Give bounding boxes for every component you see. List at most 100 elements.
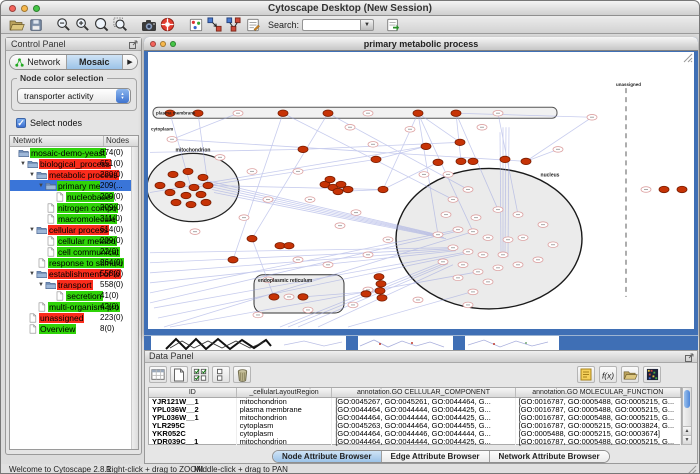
graph-node[interactable] [325, 176, 335, 182]
column-header-3[interactable]: annotation.GO MOLECULAR_FUNCTION [516, 388, 681, 397]
frame-resize-grip[interactable] [683, 53, 693, 63]
tree-expand-arrow[interactable]: ▼ [28, 271, 36, 277]
save-session-icon[interactable] [26, 17, 45, 33]
graph-node[interactable] [323, 110, 333, 116]
tab-mosaic[interactable]: Mosaic [67, 55, 124, 69]
graph-node[interactable] [451, 110, 461, 116]
tree-row-mosaic-demo-yeast[interactable]: mosaic-demo-yeast874(0) [10, 147, 138, 158]
graph-node[interactable] [203, 182, 213, 188]
graph-node[interactable] [336, 181, 346, 187]
network-view-titlebar[interactable]: primary metabolic process [144, 37, 698, 51]
graph-node[interactable] [155, 182, 165, 188]
more-tabs-button[interactable]: ▶ [123, 55, 137, 69]
graph-node[interactable] [361, 291, 371, 297]
graph-node[interactable] [456, 158, 466, 164]
float-panel-icon[interactable] [685, 353, 694, 362]
help-icon[interactable] [158, 17, 177, 33]
open-session-icon[interactable] [7, 17, 26, 33]
tree-expand-arrow[interactable]: ▼ [28, 172, 36, 178]
zoom-out-icon[interactable] [54, 17, 73, 33]
graph-node[interactable] [171, 199, 181, 205]
scroll-down-arrow[interactable]: ▼ [683, 435, 691, 444]
search-input[interactable] [302, 19, 360, 31]
snapshot-icon[interactable] [139, 17, 158, 33]
column-header-0[interactable]: ID [149, 388, 237, 397]
graph-node[interactable] [181, 192, 191, 198]
table-row[interactable]: YDR039C__1mitochondrion[GO:0044464, GO:0… [149, 438, 681, 446]
tree-row-establishment-of-lo[interactable]: ▼establishment of lo558(0) [10, 268, 138, 279]
tree-row-response-to-stimulu[interactable]: response to stimulu264(0) [10, 257, 138, 268]
graph-node[interactable] [343, 186, 353, 192]
matrix-view-icon[interactable] [643, 366, 661, 383]
layout-icon-2[interactable] [224, 17, 243, 33]
graph-node[interactable] [186, 201, 196, 207]
graph-node[interactable] [278, 110, 288, 116]
tree-scrollbar[interactable] [131, 147, 138, 449]
function-builder-icon[interactable]: f(x) [599, 366, 617, 383]
select-attributes-icon[interactable] [149, 366, 167, 383]
graph-node[interactable] [468, 158, 478, 164]
tree-column-network[interactable]: Network [10, 136, 104, 146]
graph-node[interactable] [168, 171, 178, 177]
tree-row-overview[interactable]: Overview8(0) [10, 323, 138, 334]
tree-row-metabolic-process[interactable]: ▼metabolic process280(0) [10, 169, 138, 180]
graph-node[interactable] [377, 295, 387, 301]
graph-node[interactable] [374, 274, 384, 280]
graph-node[interactable] [298, 294, 308, 300]
select-nodes-checkbox[interactable]: ✓ [16, 118, 26, 128]
tree-row-transport[interactable]: ▼transport558(0) [10, 279, 138, 290]
tree-row-primary-metabo[interactable]: ▼primary metabo209(... [10, 180, 138, 191]
tree-expand-arrow[interactable]: ▼ [19, 161, 27, 167]
node-color-attribute-select[interactable]: transporter activity ▲▼ [17, 88, 131, 104]
graph-node[interactable] [201, 199, 211, 205]
tree-row-multi-organism-pro[interactable]: multi-organism pro42(0) [10, 301, 138, 312]
tab-network-attribute-browser[interactable]: Network Attribute Browser [490, 451, 609, 462]
tab-network[interactable]: Network [10, 55, 67, 69]
graph-node[interactable] [275, 242, 285, 248]
layout-icon-1[interactable] [205, 17, 224, 33]
tree-expand-arrow[interactable]: ▼ [28, 227, 36, 233]
graph-node[interactable] [371, 156, 381, 162]
table-row[interactable]: YJR121W__1mitochondrion[GO:0045267, GO:0… [149, 398, 681, 406]
table-row[interactable]: YPL036W__1mitochondrion[GO:0044464, GO:0… [149, 414, 681, 422]
network-canvas[interactable]: plasma membranecytoplasmmitochondrionnuc… [148, 52, 694, 329]
table-scrollbar-thumb[interactable] [684, 390, 690, 408]
tree-row-biological-process[interactable]: ▼biological_process651(0) [10, 158, 138, 169]
tree-row-macromolecule[interactable]: macromolecule311(0) [10, 213, 138, 224]
tree-row-cell-communicat[interactable]: cell communicat22(0) [10, 246, 138, 257]
import-table-icon[interactable] [621, 366, 639, 383]
column-header-1[interactable]: _cellularLayoutRegion [237, 388, 333, 397]
window-resize-grip[interactable] [687, 465, 697, 474]
table-scrollbar[interactable]: ▲ ▼ [682, 387, 692, 445]
tree-row-cellular-metabo[interactable]: cellular metabo209(0) [10, 235, 138, 246]
table-row[interactable]: YLR295Ccytoplasm[GO:0045263, GO:0044464,… [149, 422, 681, 430]
tree-row-nucleobase-[interactable]: nucleobase-209(0) [10, 191, 138, 202]
graph-node[interactable] [378, 186, 388, 192]
tree-column-nodes[interactable]: Nodes [104, 136, 138, 146]
zoom-in-icon[interactable] [73, 17, 92, 33]
graph-node[interactable] [165, 189, 175, 195]
graph-node[interactable] [284, 242, 294, 248]
tree-expand-arrow[interactable]: ▼ [37, 183, 45, 189]
annotations-icon[interactable] [186, 17, 205, 33]
graph-node[interactable] [196, 191, 206, 197]
graph-node[interactable] [376, 281, 386, 287]
search-options-chevron[interactable]: ▼ [360, 19, 374, 31]
select-all-attributes-icon[interactable] [191, 366, 209, 383]
graph-node[interactable] [500, 156, 510, 162]
table-row[interactable]: YPL036W__2plasma membrane[GO:0044464, GO… [149, 406, 681, 414]
attribute-table-header[interactable]: ID_cellularLayoutRegionannotation.GO CEL… [149, 388, 681, 398]
graph-node[interactable] [175, 181, 185, 187]
graph-node[interactable] [375, 288, 385, 294]
graph-node[interactable] [247, 235, 257, 241]
scroll-up-arrow[interactable]: ▲ [683, 426, 691, 435]
delete-attribute-icon[interactable] [233, 366, 251, 383]
graph-node[interactable] [333, 188, 343, 194]
link-icon[interactable] [383, 17, 402, 33]
graph-node[interactable] [421, 143, 431, 149]
table-row[interactable]: YKR052Ccytoplasm[GO:0044464, GO:0044446,… [149, 430, 681, 438]
graph-node[interactable] [521, 158, 531, 164]
graph-node[interactable] [269, 294, 279, 300]
graph-node[interactable] [198, 174, 208, 180]
graph-node[interactable] [413, 110, 423, 116]
